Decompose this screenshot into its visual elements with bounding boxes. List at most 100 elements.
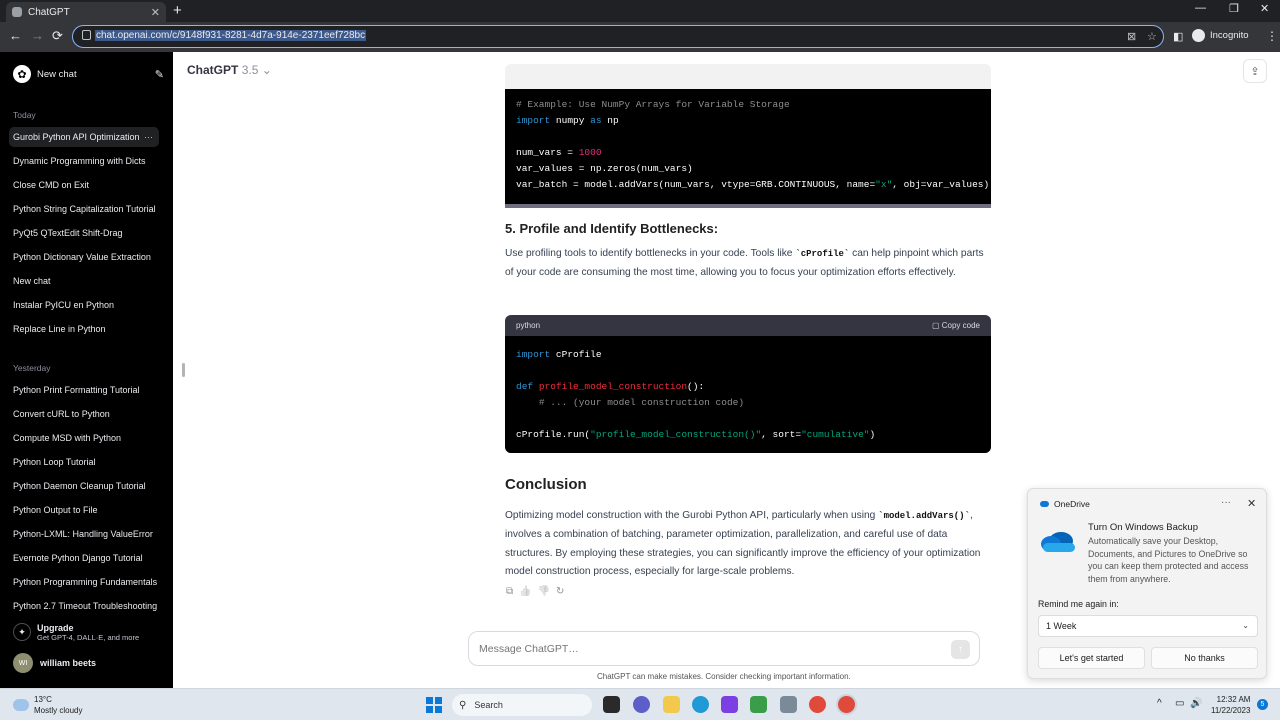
browser-tab[interactable]: ChatGPT ✕ [6,2,166,22]
sidebar-item[interactable]: PyQt5 QTextEdit Shift-Drag [9,223,159,243]
app-icon[interactable] [750,696,767,713]
sidebar-item[interactable]: Python String Capitalization Tutorial [9,199,159,219]
sidebar-item-label: Python Loop Tutorial [13,457,96,467]
window-close-icon[interactable]: ✕ [1260,2,1269,15]
sidebar-collapse-handle[interactable] [182,363,185,377]
sidebar-item[interactable]: Python Loop Tutorial [9,452,159,472]
sidebar-item[interactable]: Python Programming Fundamentals [9,572,159,592]
thumbs-up-icon[interactable]: 👍 [519,586,531,597]
sidebar-item[interactable]: Python Print Formatting Tutorial [9,380,159,400]
restore-icon[interactable]: ❐ [1229,2,1239,15]
upgrade-button[interactable]: ✦ Upgrade Get GPT-4, DALL·E, and more [13,623,139,642]
message-input[interactable] [479,640,939,658]
sidebar-item[interactable]: Python 2.7 Timeout Troubleshooting [9,596,159,616]
forward-icon[interactable]: → [31,28,44,43]
notification-badge[interactable]: 5 [1257,699,1268,710]
sidebar-item[interactable]: Gurobi Python API Optimization ··· [9,127,159,147]
sidebar-item[interactable]: Replace Line in Python [9,319,159,339]
send-button[interactable]: ↑ [951,640,970,659]
code-block[interactable]: import cProfile def profile_model_constru… [505,336,991,453]
paragraph-text: Optimizing model construction with the G… [505,510,879,521]
user-menu[interactable]: WI william beets [13,653,96,673]
share-button[interactable]: ⇪ [1243,59,1267,83]
thumbs-down-icon[interactable]: 👎 [538,586,550,597]
new-tab-button[interactable]: + [173,2,182,19]
code-line: def profile_model_construction(): [516,379,980,395]
browser-tab-strip: ChatGPT ✕ + — ❐ ✕ [0,0,1280,22]
remind-select[interactable]: 1 Week ⌄ [1038,615,1258,637]
copy-code-button[interactable]: ▢ Copy code [932,321,980,330]
browser-toolbar: ← → ⟳ chat.openai.com/c/9148f931-8281-4d… [0,22,1280,52]
compose-icon[interactable]: ✎ [155,68,164,81]
lets-get-started-button[interactable]: Let's get started [1038,647,1145,669]
sidebar-item[interactable]: Python-LXML: Handling ValueError [9,524,159,544]
sidebar-item[interactable]: Close CMD on Exit [9,175,159,195]
network-icon[interactable]: ▭ [1175,698,1184,709]
no-thanks-button[interactable]: No thanks [1151,647,1258,669]
notification-menu-icon[interactable]: ··· [1221,497,1231,508]
onedrive-notification: OneDrive ··· ✕ Turn On Windows Backup Au… [1027,488,1267,679]
chat-icon[interactable] [633,696,650,713]
model-selector[interactable]: ChatGPT 3.5 ⌄ [187,63,272,77]
bookmark-star-icon[interactable]: ☆ [1147,30,1157,43]
side-panel-icon[interactable]: ◧ [1173,30,1183,43]
disclaimer-text: ChatGPT can make mistakes. Consider chec… [597,672,851,681]
sidebar-item[interactable]: Compute MSD with Python [9,428,159,448]
sidebar-item[interactable]: Evernote Python Django Tutorial [9,548,159,568]
code-line: # ... (your model construction code) [516,395,980,411]
code-token: "x" [875,179,893,190]
incognito-profile[interactable]: Incognito [1192,29,1249,42]
windows-start-icon[interactable] [426,697,442,713]
edge-icon[interactable] [692,696,709,713]
sidebar-item[interactable]: New chat [9,271,159,291]
code-token: def [516,381,534,392]
section-label-yesterday: Yesterday [13,363,51,373]
app-icon[interactable] [721,696,738,713]
weather-condition: Mostly cloudy [34,706,83,715]
volume-icon[interactable]: 🔊 [1190,698,1202,709]
taskbar-search[interactable]: ⚲ Search [452,694,592,716]
reload-icon[interactable]: ⟳ [52,28,63,44]
sidebar-item-label: Compute MSD with Python [13,433,122,443]
sidebar-item[interactable]: Dynamic Programming with Dicts [9,151,159,171]
code-token: (): [687,381,705,392]
url-text[interactable]: chat.openai.com/c/9148f931-8281-4d7a-914… [95,30,367,41]
file-explorer-icon[interactable] [663,696,680,713]
sidebar-item[interactable]: Instalar PyICU en Python [9,295,159,315]
sidebar-item-label: Dynamic Programming with Dicts [13,156,146,166]
section-heading: 5. Profile and Identify Bottlenecks: [505,221,719,236]
sidebar-item[interactable]: Python Output to File [9,500,159,520]
tab-close-icon[interactable]: ✕ [151,6,160,19]
sidebar-item-label: Python Output to File [13,505,98,515]
sidebar-item-label: Python String Capitalization Tutorial [13,204,156,214]
code-token: import [516,349,551,360]
remind-value: 1 Week [1046,621,1077,631]
site-info-icon[interactable] [82,30,91,40]
sidebar-item-label: Python Programming Fundamentals [13,577,158,587]
address-bar[interactable]: chat.openai.com/c/9148f931-8281-4d7a-914… [72,25,1164,48]
chrome-icon[interactable] [838,696,855,713]
item-menu-icon[interactable]: ··· [144,127,153,147]
chrome-icon[interactable] [809,696,826,713]
tray-overflow-icon[interactable]: ^ [1157,698,1162,709]
clock[interactable]: 12:32 AM 11/22/2023 [1211,694,1250,716]
back-icon[interactable]: ← [9,28,22,43]
copy-icon[interactable]: ⧉ [506,586,513,597]
minimize-icon[interactable]: — [1195,2,1206,14]
browser-menu-icon[interactable]: ⋮ [1266,29,1278,43]
code-token: , sort= [761,429,802,440]
task-view-icon[interactable] [603,696,620,713]
code-block[interactable]: # Example: Use NumPy Arrays for Variable… [505,89,991,208]
regenerate-icon[interactable]: ↻ [556,586,564,597]
sidebar-item[interactable]: Python Dictionary Value Extraction [9,247,159,267]
weather-widget[interactable]: 13°C Mostly cloudy [13,694,82,716]
paragraph: Optimizing model construction with the G… [505,507,985,582]
sidebar-item[interactable]: Convert cURL to Python [9,404,159,424]
close-icon[interactable]: ✕ [1247,497,1256,510]
code-line: cProfile.run("profile_model_construction… [516,427,980,443]
new-chat-button[interactable]: ✿ New chat ✎ [9,62,164,86]
sidebar-item[interactable]: Python Daemon Cleanup Tutorial [9,476,159,496]
app-icon[interactable] [780,696,797,713]
code-token: ) [869,429,876,440]
incognito-eye-icon[interactable]: ⊠ [1127,30,1136,43]
